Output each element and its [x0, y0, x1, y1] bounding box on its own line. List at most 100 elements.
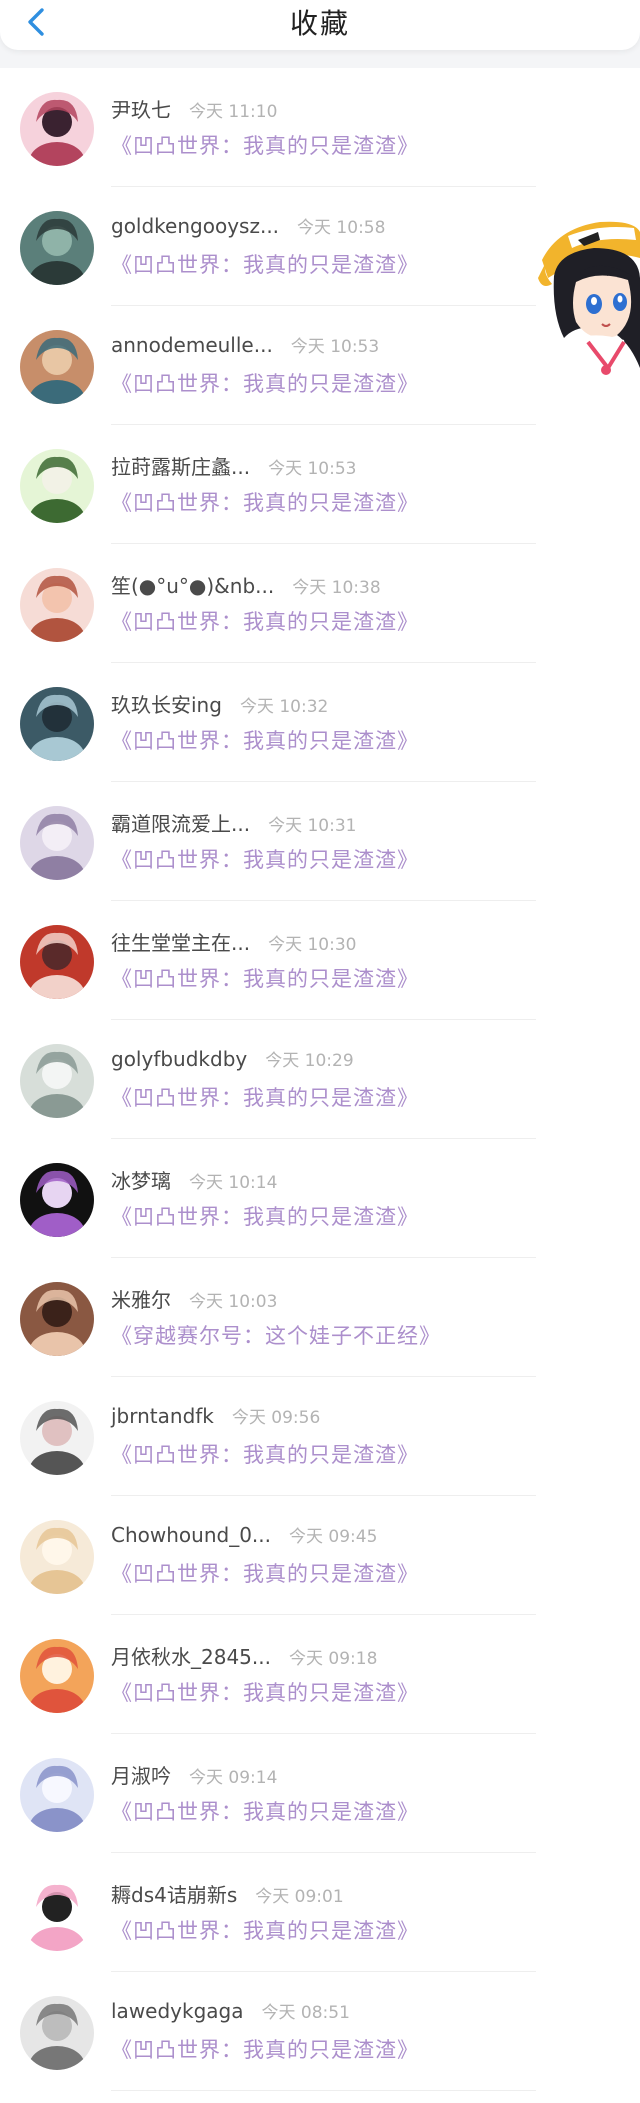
name-line: 霸道限流爱上... 今天 10:31: [111, 808, 356, 838]
name-line: 尹玖七 今天 11:10: [111, 94, 277, 124]
book-title-link[interactable]: 《凹凸世界：我真的只是渣渣》: [111, 844, 419, 874]
name-line: 玖玖长安ing 今天 10:32: [111, 689, 328, 719]
timestamp: 今天 10:30: [268, 935, 357, 955]
list-item[interactable]: Chowhound_0... 今天 09:45 《凹凸世界：我真的只是渣渣》: [0, 1496, 640, 1615]
book-title-link[interactable]: 《穿越赛尔号：这个娃子不正经》: [111, 1320, 441, 1350]
username: annodemeulle...: [111, 333, 273, 357]
username: 拉莳露斯庄蠡...: [111, 455, 251, 479]
name-line: 拉莳露斯庄蠡... 今天 10:53: [111, 451, 356, 481]
name-line: lawedykgaga 今天 08:51: [111, 1998, 350, 2028]
username: 玖玖长安ing: [111, 693, 222, 717]
name-line: 笙(●°u°●)&nb... 今天 10:38: [111, 570, 381, 600]
name-line: 耨ds4诘崩新s 今天 09:01: [111, 1879, 344, 1909]
list-item[interactable]: 月淑吟 今天 09:14 《凹凸世界：我真的只是渣渣》: [0, 1734, 640, 1853]
avatar[interactable]: [20, 449, 94, 523]
book-title-link[interactable]: 《凹凸世界：我真的只是渣渣》: [111, 963, 419, 993]
avatar[interactable]: [20, 1877, 94, 1951]
timestamp: 今天 08:51: [261, 2003, 350, 2023]
timestamp: 今天 10:32: [239, 697, 329, 717]
book-title-link[interactable]: 《凹凸世界：我真的只是渣渣》: [111, 249, 419, 279]
timestamp: 今天 10:31: [268, 816, 357, 836]
timestamp: 今天 10:29: [265, 1051, 354, 1071]
avatar[interactable]: [20, 1520, 94, 1594]
book-title-link[interactable]: 《凹凸世界：我真的只是渣渣》: [111, 1439, 419, 1469]
username: jbrntandfk: [111, 1404, 214, 1428]
timestamp: 今天 09:45: [289, 1527, 378, 1547]
list-item[interactable]: 冰梦璃 今天 10:14 《凹凸世界：我真的只是渣渣》: [0, 1139, 640, 1258]
list-item[interactable]: golyfbudkdby 今天 10:29 《凹凸世界：我真的只是渣渣》: [0, 1020, 640, 1139]
avatar[interactable]: [20, 1163, 94, 1237]
name-line: golyfbudkdby 今天 10:29: [111, 1046, 354, 1076]
timestamp: 今天 09:56: [231, 1408, 321, 1428]
username: goldkengooysz...: [111, 214, 280, 238]
list-item[interactable]: lawedykgaga 今天 08:51 《凹凸世界：我真的只是渣渣》: [0, 1972, 640, 2091]
username: 耨ds4诘崩新s: [111, 1883, 238, 1907]
book-title-link[interactable]: 《凹凸世界：我真的只是渣渣》: [111, 1201, 419, 1231]
avatar[interactable]: [20, 687, 94, 761]
avatar[interactable]: [20, 1044, 94, 1118]
avatar[interactable]: [20, 1282, 94, 1356]
username: 笙(●°u°●)&nb...: [111, 574, 275, 598]
book-title-link[interactable]: 《凹凸世界：我真的只是渣渣》: [111, 487, 419, 517]
avatar[interactable]: [20, 806, 94, 880]
book-title-link[interactable]: 《凹凸世界：我真的只是渣渣》: [111, 368, 419, 398]
name-line: Chowhound_0... 今天 09:45: [111, 1522, 377, 1552]
timestamp: 今天 10:38: [292, 578, 381, 598]
avatar[interactable]: [20, 1758, 94, 1832]
mascot-character-icon: [538, 221, 640, 398]
username: 米雅尔: [111, 1288, 171, 1312]
timestamp: 今天 09:18: [288, 1649, 378, 1669]
name-line: 往生堂堂主在... 今天 10:30: [111, 927, 356, 957]
timestamp: 今天 09:01: [255, 1887, 344, 1907]
timestamp: 今天 11:10: [189, 102, 278, 122]
avatar[interactable]: [20, 1996, 94, 2070]
avatar[interactable]: [20, 92, 94, 166]
book-title-link[interactable]: 《凹凸世界：我真的只是渣渣》: [111, 1677, 419, 1707]
name-line: 米雅尔 今天 10:03: [111, 1284, 277, 1314]
book-title-link[interactable]: 《凹凸世界：我真的只是渣渣》: [111, 725, 419, 755]
list-item[interactable]: 耨ds4诘崩新s 今天 09:01 《凹凸世界：我真的只是渣渣》: [0, 1853, 640, 1972]
name-line: 冰梦璃 今天 10:14: [111, 1165, 277, 1195]
username: Chowhound_0...: [111, 1523, 271, 1547]
list-item[interactable]: 拉莳露斯庄蠡... 今天 10:53 《凹凸世界：我真的只是渣渣》: [0, 425, 640, 544]
name-line: goldkengooysz... 今天 10:58: [111, 213, 385, 243]
book-title-link[interactable]: 《凹凸世界：我真的只是渣渣》: [111, 2034, 419, 2064]
list-item[interactable]: 尹玖七 今天 11:10 《凹凸世界：我真的只是渣渣》: [0, 68, 640, 187]
name-line: jbrntandfk 今天 09:56: [111, 1403, 320, 1433]
name-line: annodemeulle... 今天 10:53: [111, 332, 379, 362]
top-bar: 收藏: [0, 0, 640, 50]
page-title: 收藏: [289, 7, 350, 40]
book-title-link[interactable]: 《凹凸世界：我真的只是渣渣》: [111, 1915, 419, 1945]
list-item[interactable]: 玖玖长安ing 今天 10:32 《凹凸世界：我真的只是渣渣》: [0, 663, 640, 782]
book-title-link[interactable]: 《凹凸世界：我真的只是渣渣》: [111, 1082, 419, 1112]
timestamp: 今天 10:53: [268, 459, 357, 479]
avatar[interactable]: [20, 568, 94, 642]
avatar[interactable]: [20, 330, 94, 404]
username: 霸道限流爱上...: [111, 812, 251, 836]
name-line: 月依秋水_2845... 今天 09:18: [111, 1641, 377, 1671]
username: 冰梦璃: [111, 1169, 171, 1193]
avatar[interactable]: [20, 1401, 94, 1475]
username: lawedykgaga: [111, 1999, 244, 2023]
list-item[interactable]: 往生堂堂主在... 今天 10:30 《凹凸世界：我真的只是渣渣》: [0, 901, 640, 1020]
timestamp: 今天 10:58: [297, 218, 386, 238]
mascot-sticker[interactable]: [538, 218, 640, 398]
list-item[interactable]: 笙(●°u°●)&nb... 今天 10:38 《凹凸世界：我真的只是渣渣》: [0, 544, 640, 663]
username: 往生堂堂主在...: [111, 931, 251, 955]
list-item[interactable]: 米雅尔 今天 10:03 《穿越赛尔号：这个娃子不正经》: [0, 1258, 640, 1377]
avatar[interactable]: [20, 1639, 94, 1713]
book-title-link[interactable]: 《凹凸世界：我真的只是渣渣》: [111, 1558, 419, 1588]
list-item[interactable]: 霸道限流爱上... 今天 10:31 《凹凸世界：我真的只是渣渣》: [0, 782, 640, 901]
avatar[interactable]: [20, 211, 94, 285]
timestamp: 今天 10:14: [189, 1173, 278, 1193]
timestamp: 今天 10:03: [189, 1292, 278, 1312]
list-item[interactable]: jbrntandfk 今天 09:56 《凹凸世界：我真的只是渣渣》: [0, 1377, 640, 1496]
avatar[interactable]: [20, 925, 94, 999]
book-title-link[interactable]: 《凹凸世界：我真的只是渣渣》: [111, 606, 419, 636]
name-line: 月淑吟 今天 09:14: [111, 1760, 277, 1790]
book-title-link[interactable]: 《凹凸世界：我真的只是渣渣》: [111, 130, 419, 160]
timestamp: 今天 10:53: [290, 337, 380, 357]
list-item[interactable]: 月依秋水_2845... 今天 09:18 《凹凸世界：我真的只是渣渣》: [0, 1615, 640, 1734]
book-title-link[interactable]: 《凹凸世界：我真的只是渣渣》: [111, 1796, 419, 1826]
username: golyfbudkdby: [111, 1047, 248, 1071]
